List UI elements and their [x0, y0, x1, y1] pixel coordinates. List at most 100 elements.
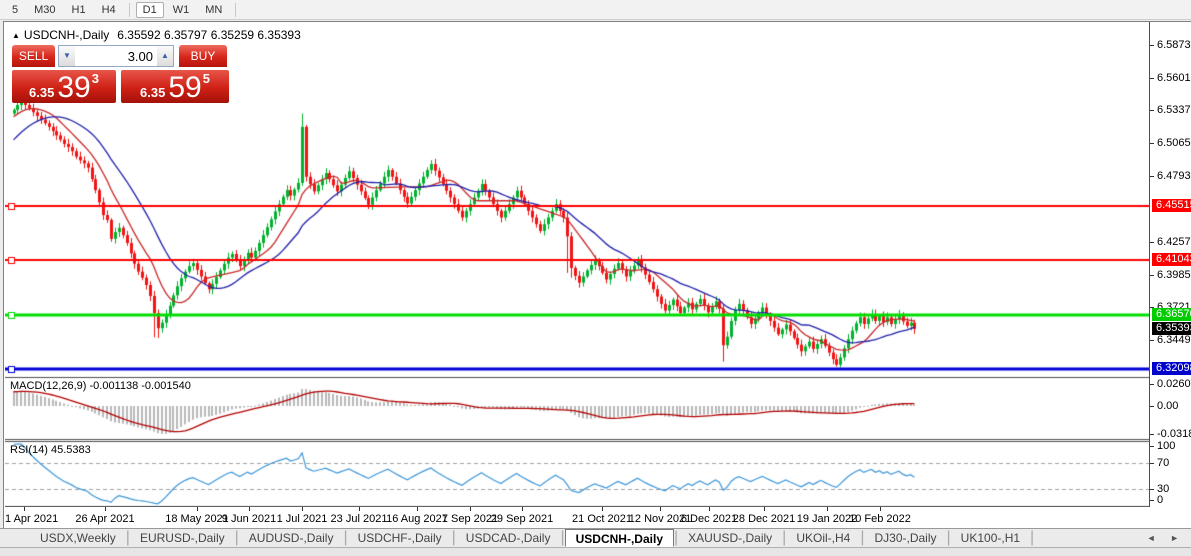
timeframe-button-h4[interactable]: H4: [95, 2, 123, 18]
trading-terminal: 5M30H1H4D1W1MN ▲USDCNH-,Daily6.35592 6.3…: [0, 0, 1191, 556]
date-tick-label: 9 Jun 2021: [222, 513, 276, 525]
macd-axis-label: -0.03187: [1157, 428, 1191, 440]
price-tick-label: 6.58730: [1157, 39, 1191, 51]
date-tick-mark: [764, 507, 765, 511]
date-tick-mark: [24, 507, 25, 511]
price-tick-label: 6.47930: [1157, 170, 1191, 182]
price-tick-label: 6.53370: [1157, 104, 1191, 116]
tab-scroll-arrows[interactable]: ◄ ►: [1147, 529, 1185, 547]
sell-price-display[interactable]: 6.35 39 3: [12, 70, 116, 103]
volume-increase-button[interactable]: ▲: [157, 46, 173, 66]
chart-symbol-label: USDCNH-,Daily: [24, 28, 109, 42]
date-tick-mark: [359, 507, 360, 511]
date-tick-label: 21 Oct 2021: [572, 513, 632, 525]
rsi-indicator-label: RSI(14) 45.5383: [10, 444, 91, 456]
chart-tab-usdx[interactable]: USDX,Weekly: [30, 529, 126, 547]
timeframe-button-mn[interactable]: MN: [198, 2, 229, 18]
volume-input[interactable]: [75, 46, 157, 66]
date-tick-label: 26 Apr 2021: [75, 513, 134, 525]
timeframe-toolbar: 5M30H1H4 D1W1MN: [0, 0, 1191, 20]
chart-tab-usdcad[interactable]: USDCAD-,Daily: [456, 529, 561, 547]
date-tick-mark: [709, 507, 710, 511]
buy-price-big: 59: [168, 73, 201, 103]
price-line-label: 6.32098: [1152, 362, 1191, 375]
price-line-label: 6.45515: [1152, 199, 1191, 212]
status-bar: [0, 547, 1191, 556]
axis-tick-mark: [1150, 463, 1154, 464]
timeframe-button-w1[interactable]: W1: [166, 2, 197, 18]
date-tick-mark: [470, 507, 471, 511]
price-tick-label: 6.34490: [1157, 334, 1191, 346]
timeframe-button-m30[interactable]: M30: [27, 2, 62, 18]
chart-ohlc-values: 6.35592 6.35797 6.35259 6.35393: [117, 28, 301, 42]
timeframe-button-5[interactable]: 5: [5, 2, 25, 18]
volume-stepper: ▼ ▲: [58, 45, 174, 67]
buy-button[interactable]: BUY: [179, 45, 227, 67]
price-line-label: 6.41043: [1152, 253, 1191, 266]
price-tick-label: 6.56010: [1157, 72, 1191, 84]
axis-tick-mark: [1150, 110, 1154, 111]
chart-title: ▲ USDCNH-,Daily 6.35592 6.35797 6.35259 6.…: [12, 28, 301, 42]
buy-price-prefix: 6.35: [140, 85, 165, 100]
axis-tick-mark: [1150, 78, 1154, 79]
date-tick-label: 16 Aug 2021: [386, 513, 448, 525]
chart-tab-audusd[interactable]: AUDUSD-,Daily: [239, 529, 344, 547]
timeframe-button-d1[interactable]: D1: [136, 2, 164, 18]
chart-tab-usdchf[interactable]: USDCHF-,Daily: [348, 529, 452, 547]
rsi-axis-label: 0: [1157, 494, 1163, 506]
chart-tab-dj30[interactable]: DJ30-,Daily: [865, 529, 947, 547]
axis-tick-mark: [1150, 275, 1154, 276]
axis-tick-mark: [1150, 384, 1154, 385]
price-line-label: 6.35393: [1152, 322, 1191, 335]
axis-tick-mark: [1150, 242, 1154, 243]
collapse-triangle-icon[interactable]: ▲: [12, 31, 20, 40]
tab-separator: |: [1030, 529, 1034, 547]
date-tick-label: 18 May 2021: [165, 513, 229, 525]
sell-price-big: 39: [57, 73, 90, 103]
timeframe-button-h1[interactable]: H1: [65, 2, 93, 18]
date-tick-mark: [602, 507, 603, 511]
price-tick-label: 6.50650: [1157, 137, 1191, 149]
price-line-label: 6.36570: [1152, 308, 1191, 321]
date-tick-label: 1 Jul 2021: [277, 513, 328, 525]
sell-button[interactable]: SELL: [12, 45, 55, 67]
axis-tick-mark: [1150, 45, 1154, 46]
date-tick-mark: [249, 507, 250, 511]
chart-tab-uk100[interactable]: UK100-,H1: [951, 529, 1030, 547]
date-tick-mark: [105, 507, 106, 511]
volume-decrease-button[interactable]: ▼: [59, 46, 75, 66]
date-tick-mark: [197, 507, 198, 511]
macd-axis-label: 0.02607: [1157, 378, 1191, 390]
date-tick-mark: [417, 507, 418, 511]
date-tick-label: 29 Sep 2021: [491, 513, 553, 525]
axis-tick-mark: [1150, 434, 1154, 435]
date-tick-label: 10 Feb 2022: [849, 513, 911, 525]
buy-price-display[interactable]: 6.35 59 5: [121, 70, 229, 103]
macd-name: MACD(12,26,9): [10, 380, 86, 392]
date-tick-mark: [660, 507, 661, 511]
date-tick-label: 1 Apr 2021: [5, 513, 58, 525]
chart-tab-ukoil[interactable]: UKOil-,H4: [786, 529, 860, 547]
buy-price-superscript: 5: [203, 71, 210, 86]
toolbar-separator: [129, 3, 130, 17]
one-click-trading-panel: SELL ▼ ▲ BUY 6.35 39 3 6.35 59 5: [12, 45, 229, 104]
chart-tab-usdcnh[interactable]: USDCNH-,Daily: [565, 529, 674, 547]
rsi-name: RSI(14): [10, 444, 48, 456]
sell-price-prefix: 6.35: [29, 85, 54, 100]
date-axis[interactable]: 1 Apr 2021 26 Apr 2021 18 May 20219 Jun 20…: [4, 507, 1149, 529]
date-tick-mark: [302, 507, 303, 511]
chart-tab-eurusd[interactable]: EURUSD-,Daily: [130, 529, 235, 547]
price-tick-label: 6.42570: [1157, 236, 1191, 248]
axis-tick-mark: [1150, 406, 1154, 407]
axis-tick-mark: [1150, 176, 1154, 177]
date-tick-label: 28 Dec 2021: [733, 513, 795, 525]
axis-tick-mark: [1150, 143, 1154, 144]
date-tick-mark: [827, 507, 828, 511]
chart-window: ▲ USDCNH-,Daily 6.35592 6.35797 6.35259 6.…: [3, 21, 1191, 528]
toolbar-separator: [235, 3, 236, 17]
chart-tab-xauusd[interactable]: XAUUSD-,Daily: [678, 529, 782, 547]
axis-tick-mark: [1150, 489, 1154, 490]
price-axis[interactable]: 6.58730 6.56010 6.53370 6.50650 6.47930 6.425…: [1149, 22, 1191, 507]
rsi-axis-label: 70: [1157, 457, 1169, 469]
sell-price-superscript: 3: [92, 71, 99, 86]
